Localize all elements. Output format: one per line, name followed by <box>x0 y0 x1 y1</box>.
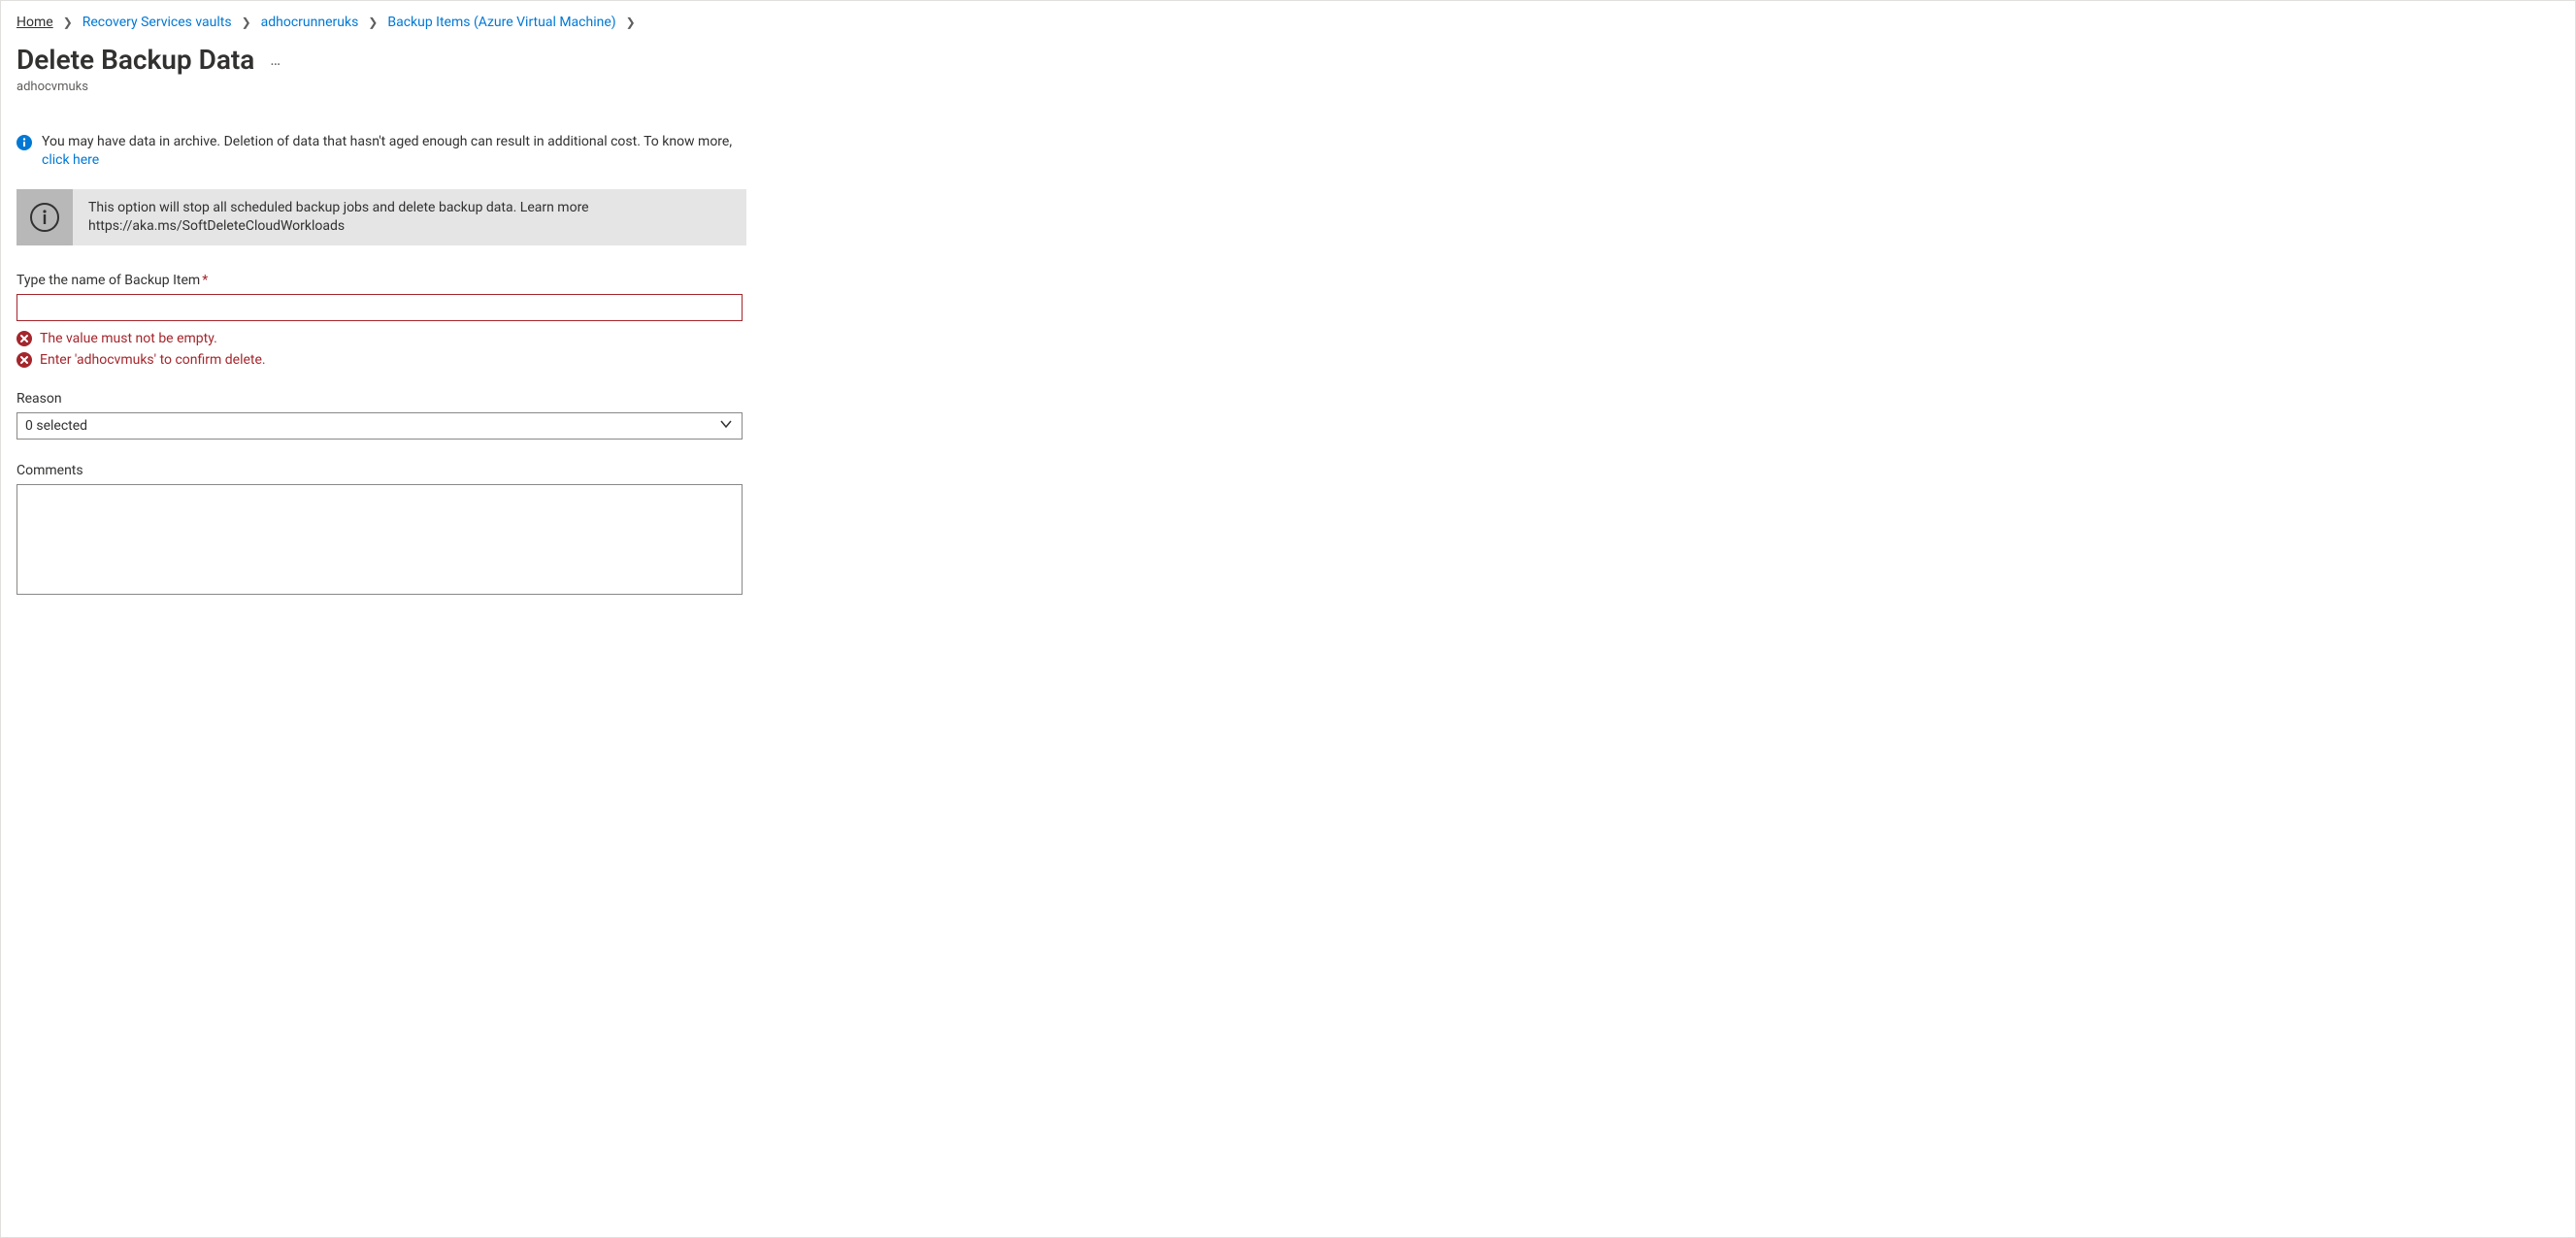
required-asterisk: * <box>202 273 208 288</box>
stop-backup-warning-link: https://aka.ms/SoftDeleteCloudWorkloads <box>88 217 589 236</box>
validation-error-empty: The value must not be empty. <box>17 331 746 346</box>
error-icon <box>17 352 32 368</box>
page-subtitle: adhocvmuks <box>17 80 2559 94</box>
validation-error-confirm: Enter 'adhocvmuks' to confirm delete. <box>17 352 746 368</box>
backup-item-name-label: Type the name of Backup Item* <box>17 273 746 288</box>
stop-backup-warning-text: This option will stop all scheduled back… <box>88 199 589 217</box>
archive-info-text: You may have data in archive. Deletion o… <box>42 134 732 149</box>
comments-label: Comments <box>17 463 746 478</box>
stop-backup-warning-banner: This option will stop all scheduled back… <box>17 189 746 245</box>
page-title: Delete Backup Data <box>17 44 254 76</box>
chevron-right-icon: ❯ <box>242 16 251 29</box>
breadcrumb: Home ❯ Recovery Services vaults ❯ adhocr… <box>17 15 2559 30</box>
breadcrumb-recovery-services-vaults[interactable]: Recovery Services vaults <box>83 15 232 30</box>
info-icon <box>17 135 32 150</box>
reason-select[interactable]: 0 selected <box>17 412 743 440</box>
chevron-right-icon: ❯ <box>368 16 378 29</box>
archive-info-link[interactable]: click here <box>42 152 99 168</box>
breadcrumb-vault-name[interactable]: adhocrunneruks <box>261 15 359 30</box>
chevron-right-icon: ❯ <box>63 16 73 29</box>
breadcrumb-backup-items[interactable]: Backup Items (Azure Virtual Machine) <box>387 15 615 30</box>
comments-textarea[interactable] <box>17 484 743 595</box>
archive-info-banner: You may have data in archive. Deletion o… <box>17 133 735 170</box>
validation-error-confirm-text: Enter 'adhocvmuks' to confirm delete. <box>40 352 266 368</box>
error-icon <box>17 331 32 346</box>
validation-error-empty-text: The value must not be empty. <box>40 331 217 346</box>
more-actions-icon[interactable]: … <box>270 50 281 69</box>
chevron-right-icon: ❯ <box>626 16 636 29</box>
reason-select-value: 0 selected <box>25 418 87 434</box>
breadcrumb-home[interactable]: Home <box>17 15 53 30</box>
info-circle-icon <box>17 189 73 245</box>
backup-item-name-input[interactable] <box>17 294 743 321</box>
reason-label: Reason <box>17 391 746 407</box>
